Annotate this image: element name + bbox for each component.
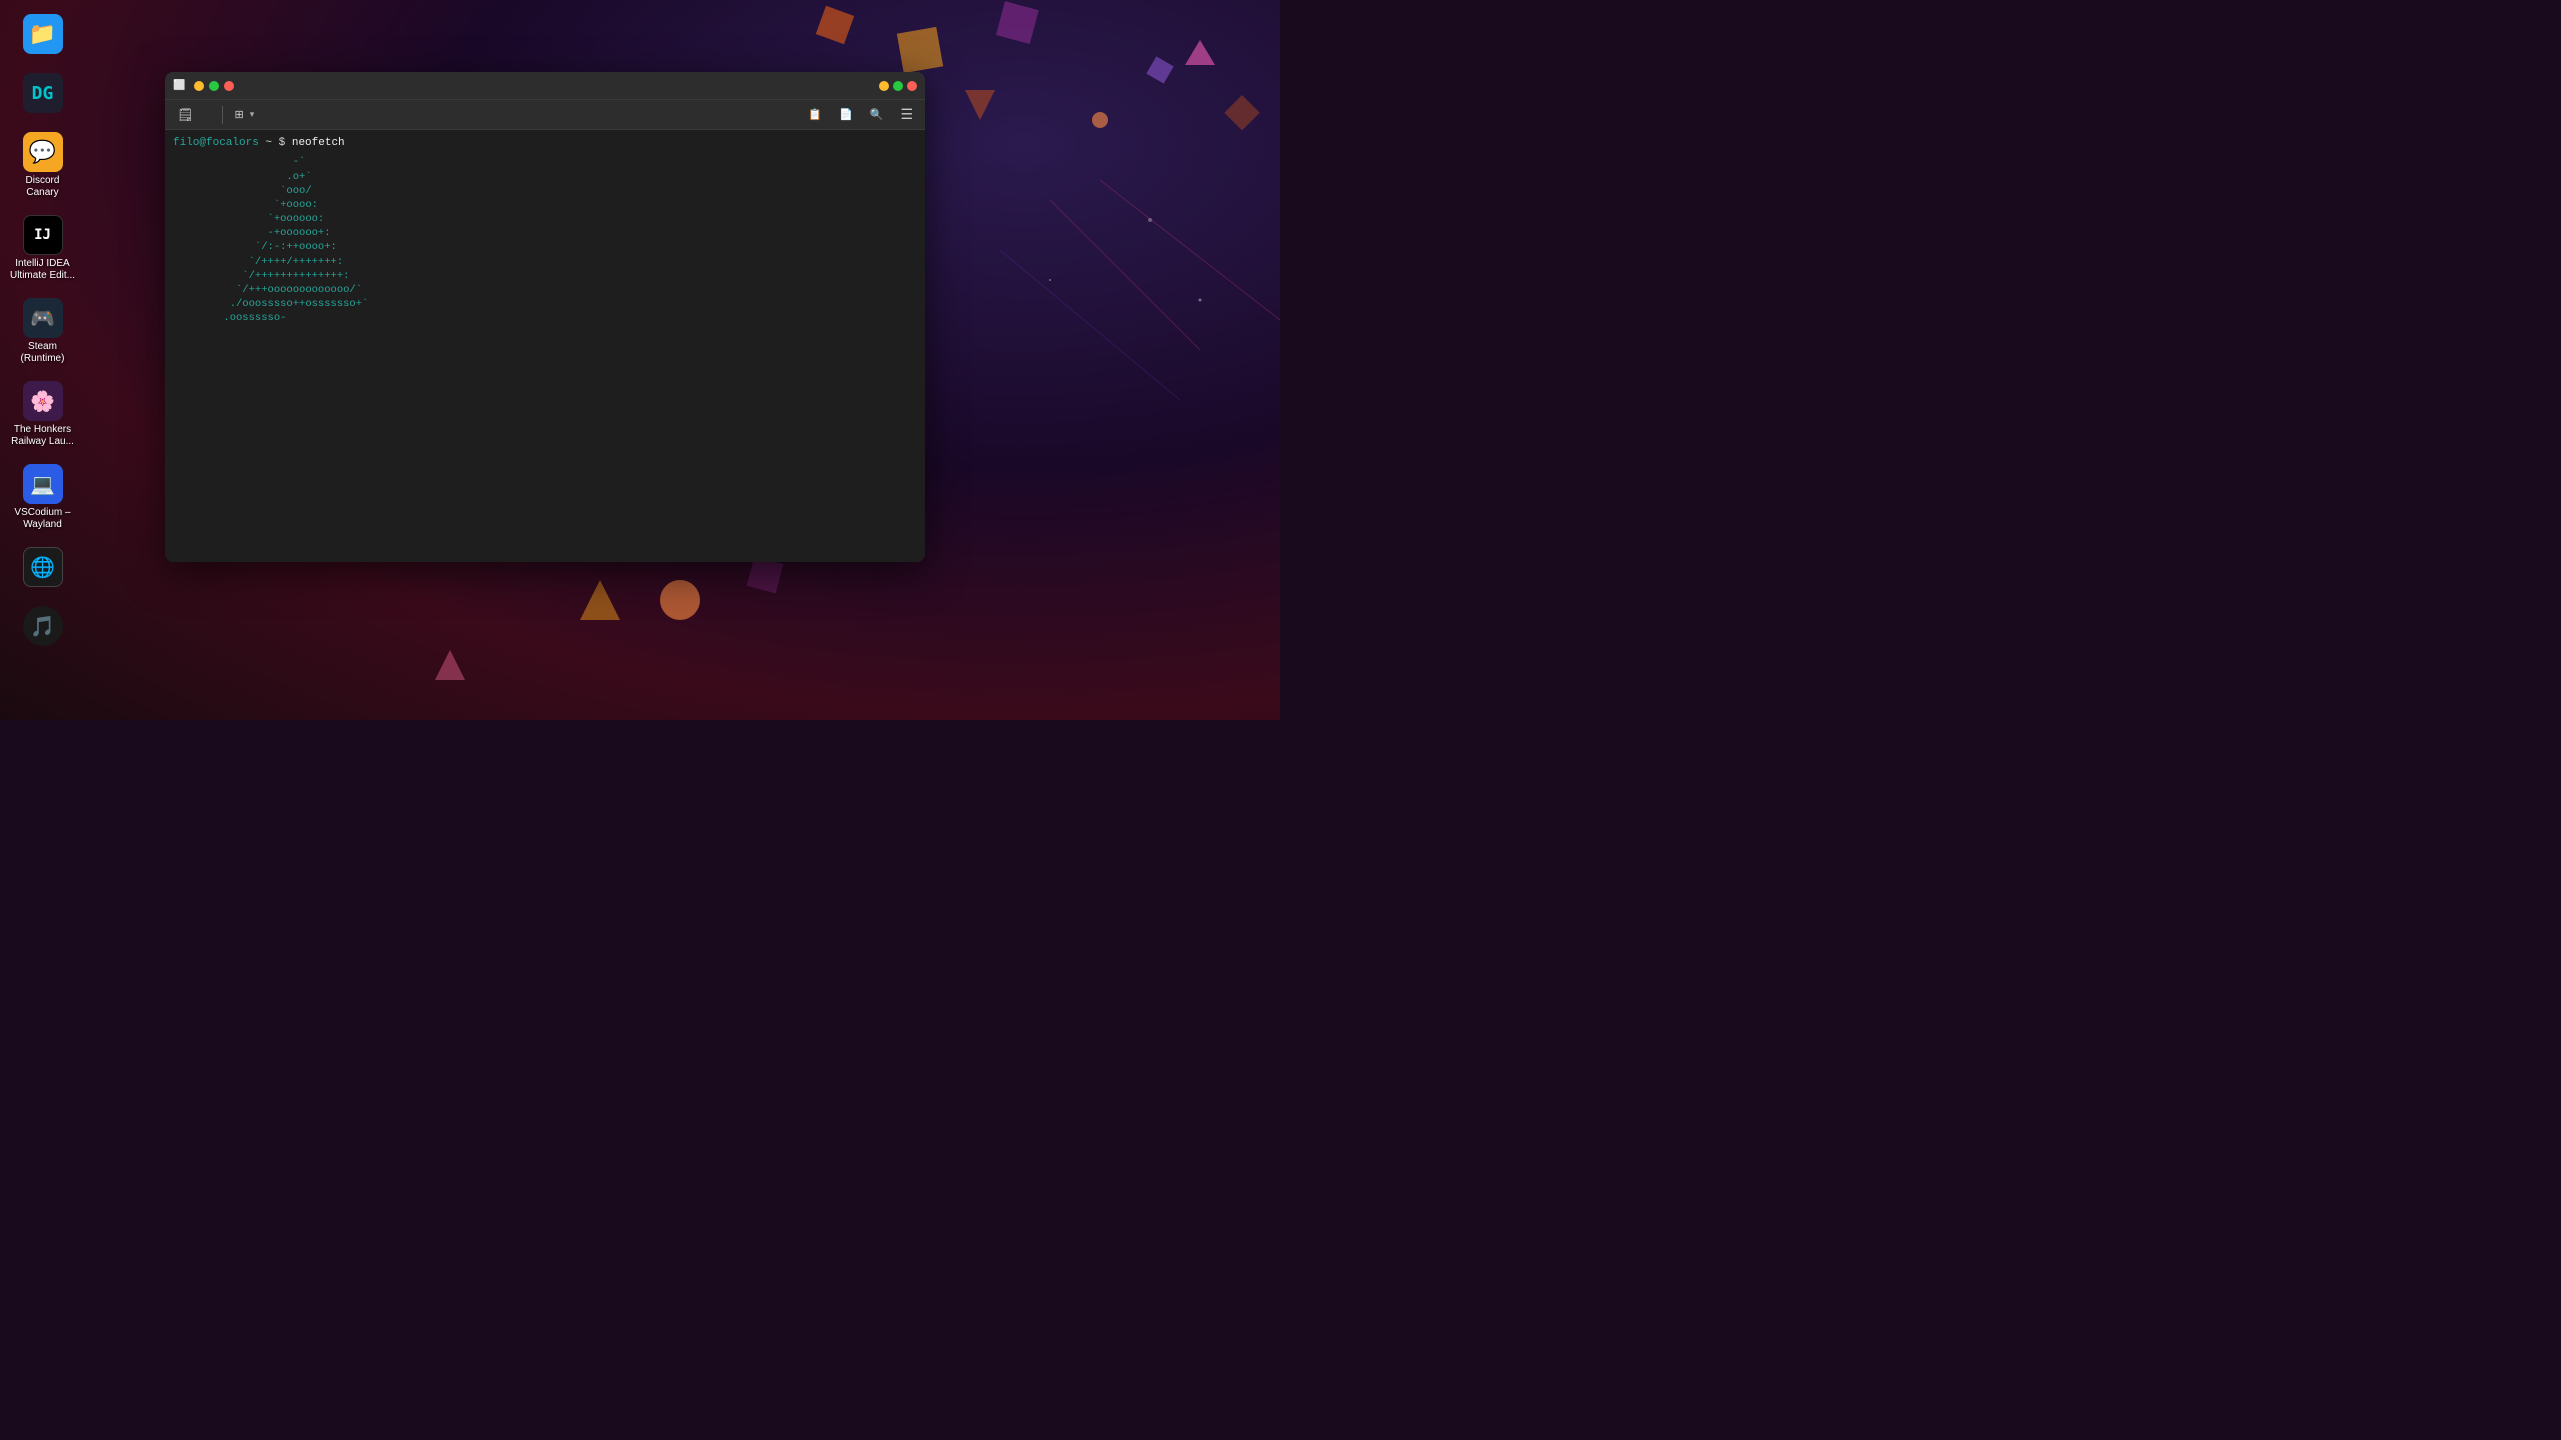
desktop-icon-discord-canary[interactable]: 💬 DiscordCanary: [5, 128, 80, 203]
desktop-icon-intellij[interactable]: IJ IntelliJ IDEAUltimate Edit...: [5, 211, 80, 286]
discord-canary-label: DiscordCanary: [26, 175, 60, 199]
konsole-toolbar: 🗒 ⊞ ▾ 📋 📄 🔍: [165, 100, 925, 130]
konsole-titlebar: ⬜: [165, 72, 925, 100]
traffic-light-yellow[interactable]: [879, 81, 889, 91]
datagrip-icon: DG: [23, 73, 63, 113]
copy-button[interactable]: 📋: [802, 106, 831, 123]
konsole-window: ⬜ 🗒 ⊞ ▾: [165, 72, 925, 562]
honkers-label: The HonkersRailway Lau...: [11, 424, 74, 448]
dev-icon: 📁: [23, 14, 63, 54]
prompt-sym: ~ $: [259, 137, 292, 149]
steam-icon: 🎮: [23, 298, 63, 338]
minimize-button[interactable]: [194, 81, 204, 91]
traffic-light-red[interactable]: [907, 81, 917, 91]
desktop-icon-media[interactable]: 🎵: [5, 602, 80, 653]
neofetch-output: -` .o+` `ooo/ `+oooo: `+oooooo: -+oooooo…: [173, 155, 917, 325]
zen-icon: 🌐: [23, 547, 63, 587]
command-text: neofetch: [292, 137, 345, 149]
paste-button[interactable]: 📄: [833, 106, 862, 123]
close-button[interactable]: [224, 81, 234, 91]
prompt-user: filo@focalors: [173, 137, 259, 149]
honkers-icon: 🌸: [23, 381, 63, 421]
desktop-icon-dev[interactable]: 📁: [5, 10, 80, 61]
desktop-icon-steam[interactable]: 🎮 Steam(Runtime): [5, 294, 80, 369]
desktop-icon-zen[interactable]: 🌐: [5, 543, 80, 594]
intellij-label: IntelliJ IDEAUltimate Edit...: [10, 258, 75, 282]
vscodium-label: VSCodium –Wayland: [14, 507, 70, 531]
menu-button[interactable]: ☰: [894, 104, 919, 125]
intellij-icon: IJ: [23, 215, 63, 255]
discord-canary-icon: 💬: [23, 132, 63, 172]
find-button[interactable]: 🔍: [864, 106, 893, 123]
media-icon: 🎵: [23, 606, 63, 646]
terminal-content[interactable]: filo@focalors ~ $ neofetch -` .o+` `ooo/…: [165, 130, 925, 562]
tab-icon: 🗒: [171, 105, 200, 125]
steam-label: Steam(Runtime): [21, 341, 65, 365]
desktop-icon-vscodium[interactable]: 💻 VSCodium –Wayland: [5, 460, 80, 535]
toolbar-sep-1: [222, 106, 223, 124]
desktop-icon-datagrip[interactable]: DG: [5, 69, 80, 120]
desktop: 📁 DG 💬 DiscordCanary IJ IntelliJ IDEAUlt…: [0, 0, 1280, 720]
command-line: filo@focalors ~ $ neofetch: [173, 136, 917, 151]
split-view-button[interactable]: ⊞ ▾: [229, 106, 261, 123]
desktop-icon-honkers[interactable]: 🌸 The HonkersRailway Lau...: [5, 377, 80, 452]
maximize-button[interactable]: [209, 81, 219, 91]
desktop-icons-list: 📁 DG 💬 DiscordCanary IJ IntelliJ IDEAUlt…: [5, 10, 80, 653]
neofetch-ascii-art: -` .o+` `ooo/ `+oooo: `+oooooo: -+oooooo…: [173, 155, 368, 325]
new-tab-button[interactable]: [204, 113, 216, 117]
vscodium-icon: 💻: [23, 464, 63, 504]
traffic-light-green[interactable]: [893, 81, 903, 91]
toolbar-right: 📋 📄 🔍 ☰: [802, 104, 919, 125]
